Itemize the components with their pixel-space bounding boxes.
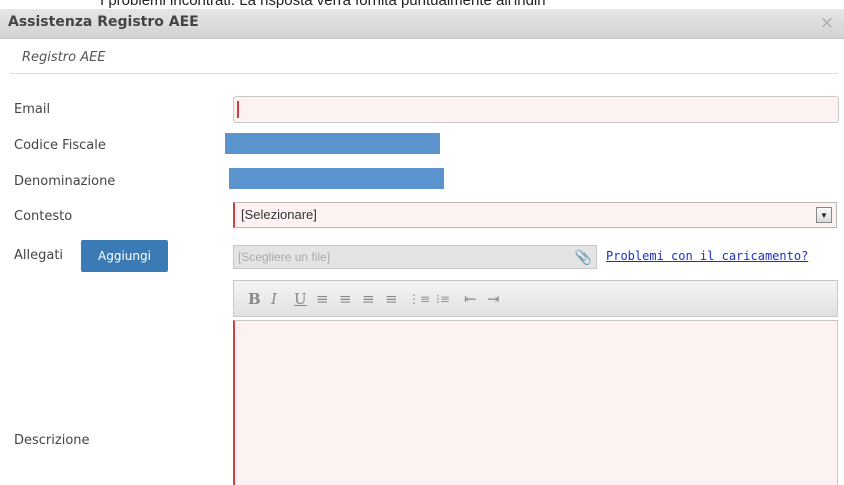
upload-problem-link[interactable]: Problemi con il caricamento? [606, 249, 808, 263]
file-chooser-field[interactable]: [Scegliere un file] 📎 [233, 245, 597, 269]
align-center-icon[interactable]: ≡ [339, 290, 352, 308]
contesto-selected-value: [Selezionare] [241, 207, 317, 222]
contesto-label: Contesto [14, 209, 73, 224]
justify-icon[interactable]: ≡ [385, 290, 398, 308]
descrizione-label: Descrizione [14, 433, 90, 448]
text-cursor [237, 101, 239, 118]
indent-icon[interactable]: ⇥ [487, 290, 500, 308]
paperclip-icon[interactable]: 📎 [575, 249, 592, 266]
unordered-list-icon[interactable]: ⁝≡ [436, 292, 450, 306]
italic-icon[interactable]: I [271, 290, 277, 308]
descrizione-editor[interactable] [233, 320, 838, 485]
contesto-select[interactable]: [Selezionare] ▼ [233, 202, 837, 228]
dialog-subtitle: Registro AEE [22, 50, 106, 65]
align-right-icon[interactable]: ≡ [362, 290, 375, 308]
add-attachment-button[interactable]: Aggiungi [81, 240, 168, 272]
bold-icon[interactable]: B [248, 290, 261, 308]
chevron-down-icon[interactable]: ▼ [816, 207, 832, 223]
dialog-title: Assistenza Registro AEE [8, 14, 199, 30]
codice-fiscale-field[interactable] [225, 133, 440, 154]
align-left-icon[interactable]: ≡ [316, 290, 329, 308]
file-placeholder: [Scegliere un file] [238, 250, 331, 264]
outdent-icon[interactable]: ⇤ [464, 290, 477, 308]
denominazione-field[interactable] [229, 168, 444, 189]
dialog-titlebar: Assistenza Registro AEE × [0, 9, 844, 39]
email-field[interactable] [233, 96, 839, 123]
codice-fiscale-label: Codice Fiscale [14, 138, 106, 153]
email-label: Email [14, 102, 51, 117]
editor-toolbar: B I U ≡ ≡ ≡ ≡ ⋮≡ ⁝≡ ⇤ ⇥ [233, 280, 838, 317]
denominazione-label: Denominazione [14, 174, 116, 189]
allegati-label: Allegati [14, 248, 64, 263]
underline-icon[interactable]: U [294, 290, 307, 308]
ordered-list-icon[interactable]: ⋮≡ [408, 292, 430, 306]
close-icon[interactable]: × [820, 13, 834, 33]
divider [10, 73, 838, 74]
